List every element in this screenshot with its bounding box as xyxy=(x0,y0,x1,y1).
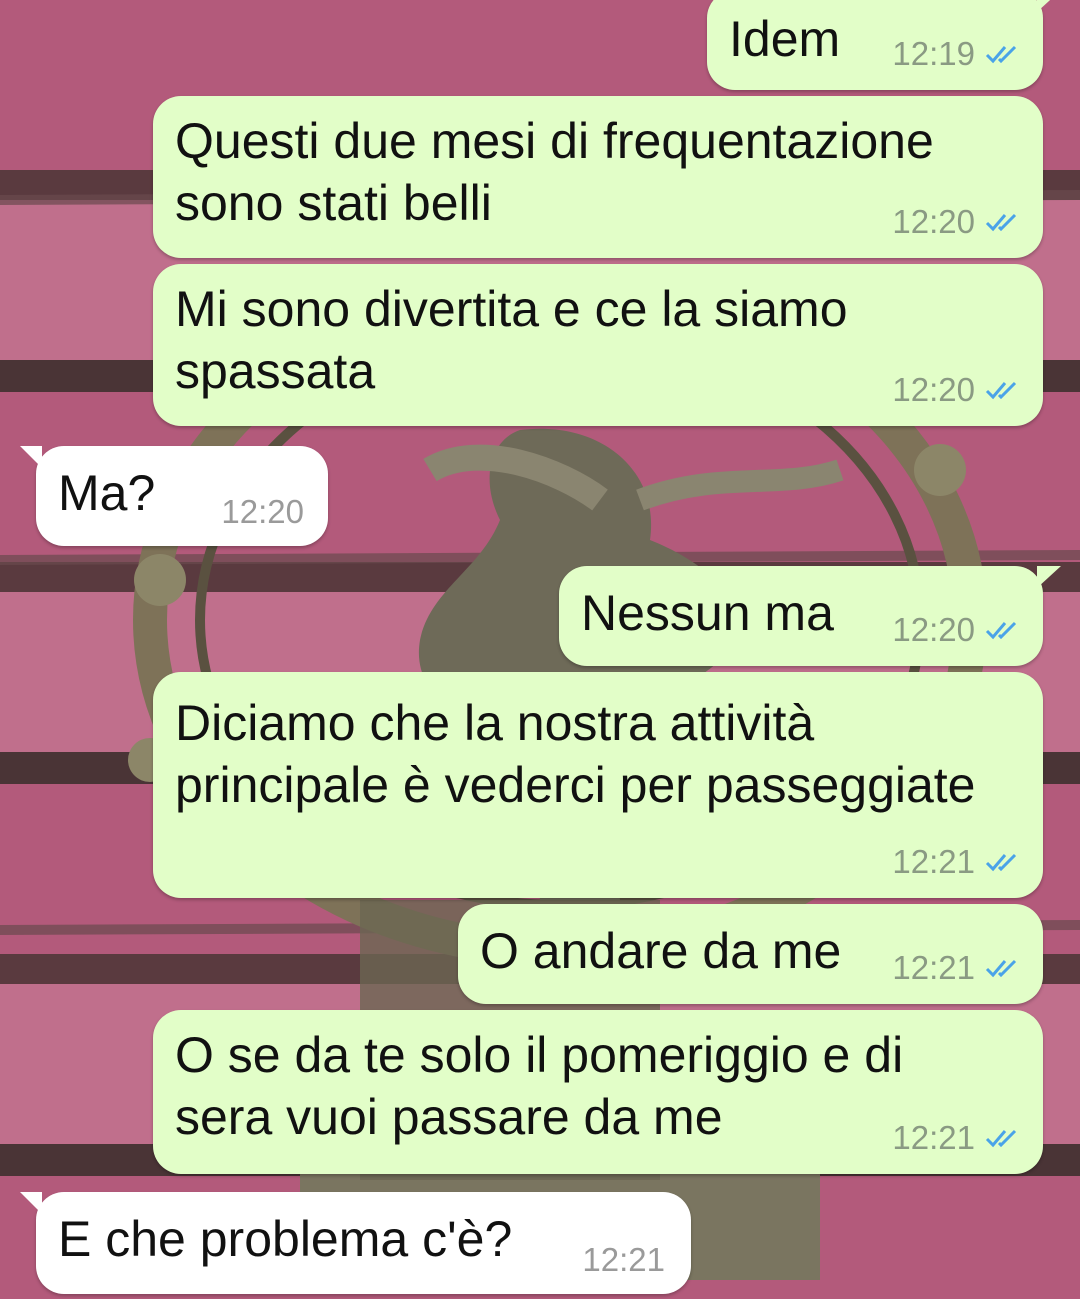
message-bubble-outgoing[interactable]: Questi due mesi di frequentazione sono s… xyxy=(153,96,1043,258)
double-check-icon xyxy=(985,959,1017,978)
message-bubble-incoming[interactable]: Ma? 12:20 xyxy=(20,446,328,546)
message-meta: 12:21 xyxy=(892,844,1023,880)
message-meta: 12:20 xyxy=(892,612,1023,648)
double-check-icon xyxy=(985,381,1017,400)
message-meta: 12:21 xyxy=(892,950,1023,986)
double-check-icon xyxy=(985,1129,1017,1148)
message-meta: 12:21 xyxy=(892,1120,1023,1156)
message-bubble-outgoing[interactable]: Diciamo che la nostra attività principal… xyxy=(153,672,1043,898)
message-time: 12:20 xyxy=(892,203,975,240)
message-bubble-outgoing[interactable]: Mi sono divertita e ce la siamo spassata… xyxy=(153,264,1043,426)
double-check-icon xyxy=(985,621,1017,640)
message-meta: 12:20 xyxy=(892,372,1023,408)
message-meta: 12:19 xyxy=(892,36,1023,72)
double-check-icon xyxy=(985,213,1017,232)
message-bubble-incoming[interactable]: E che problema c'è? 12:21 xyxy=(20,1192,691,1294)
double-check-icon xyxy=(985,853,1017,872)
message-text: E che problema c'è? xyxy=(58,1211,513,1267)
message-bubble-outgoing[interactable]: O andare da me 12:21 xyxy=(458,904,1043,1004)
message-time: 12:21 xyxy=(892,1119,975,1156)
message-text: O andare da me xyxy=(480,923,842,979)
message-time: 12:21 xyxy=(892,843,975,880)
message-time: 12:20 xyxy=(221,493,304,530)
message-time: 12:20 xyxy=(892,611,975,648)
message-text: O se da te solo il pomeriggio e di sera … xyxy=(175,1027,904,1145)
message-text: Mi sono divertita e ce la siamo spassata xyxy=(175,281,848,399)
message-bubble-outgoing[interactable]: O se da te solo il pomeriggio e di sera … xyxy=(153,1010,1043,1174)
message-meta: 12:20 xyxy=(221,494,304,530)
message-bubble-outgoing[interactable]: Nessun ma 12:20 xyxy=(559,566,1061,666)
message-time: 12:20 xyxy=(892,371,975,408)
message-bubble-outgoing[interactable]: Idem 12:19 xyxy=(707,0,1061,90)
message-text: Nessun ma xyxy=(581,585,834,641)
message-text: Idem xyxy=(729,11,841,67)
message-time: 12:19 xyxy=(892,35,975,72)
message-text: Diciamo che la nostra attività principal… xyxy=(175,695,976,813)
message-text: Ma? xyxy=(58,465,156,521)
message-meta: 12:20 xyxy=(892,204,1023,240)
message-time: 12:21 xyxy=(582,1241,665,1278)
message-meta: 12:21 xyxy=(582,1242,665,1278)
message-time: 12:21 xyxy=(892,949,975,986)
message-text: Questi due mesi di frequentazione sono s… xyxy=(175,113,934,231)
double-check-icon xyxy=(985,45,1017,64)
